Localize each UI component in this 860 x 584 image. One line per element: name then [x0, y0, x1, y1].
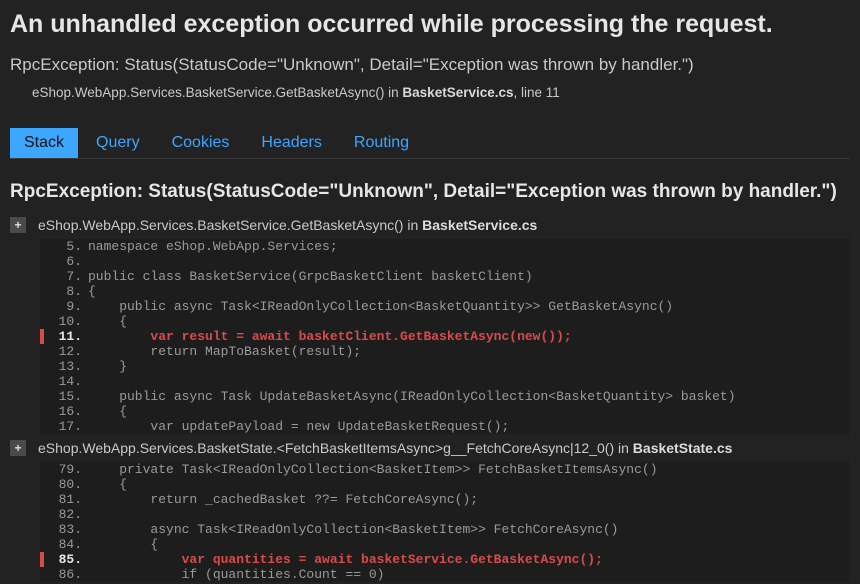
line-number: 16.: [44, 404, 88, 419]
code-text: public async Task UpdateBasketAsync(IRea…: [88, 389, 850, 404]
code-line: 79. private Task<IReadOnlyCollection<Bas…: [40, 462, 850, 477]
code-text: async Task<IReadOnlyCollection<BasketIte…: [88, 522, 850, 537]
frame-file: BasketService.cs: [422, 217, 537, 233]
top-frame-file: BasketService.cs: [402, 85, 513, 100]
frame-header[interactable]: eShop.WebApp.Services.BasketService.GetB…: [32, 217, 537, 233]
code-line-highlight: 85. var quantities = await basketService…: [40, 552, 850, 567]
code-text: }: [88, 359, 850, 374]
exception-summary: RpcException: Status(StatusCode="Unknown…: [10, 55, 850, 75]
line-number: 10.: [44, 314, 88, 329]
tab-stack[interactable]: Stack: [10, 128, 78, 158]
code-line: 5.namespace eShop.WebApp.Services;: [40, 239, 850, 254]
line-number: 12.: [44, 344, 88, 359]
code-line: 81. return _cachedBasket ??= FetchCoreAs…: [40, 492, 850, 507]
stack-frame: + eShop.WebApp.Services.BasketService.Get…: [10, 217, 850, 434]
code-line: 9. public async Task<IReadOnlyCollection…: [40, 299, 850, 314]
code-text: var quantities = await basketService.Get…: [88, 552, 850, 567]
code-line: 16. {: [40, 404, 850, 419]
expand-button[interactable]: +: [10, 440, 26, 456]
line-number: 7.: [44, 269, 88, 284]
code-text: {: [88, 537, 850, 552]
page-title: An unhandled exception occurred while pr…: [10, 10, 850, 39]
code-line: 6.: [40, 254, 850, 269]
code-line: 82.: [40, 507, 850, 522]
expand-button[interactable]: +: [10, 217, 26, 233]
line-number: 82.: [44, 507, 88, 522]
line-number: 13.: [44, 359, 88, 374]
code-text: if (quantities.Count == 0): [88, 567, 850, 582]
line-number: 8.: [44, 284, 88, 299]
code-text: namespace eShop.WebApp.Services;: [88, 239, 850, 254]
code-line: 7.public class BasketService(GrpcBasketC…: [40, 269, 850, 284]
tab-routing[interactable]: Routing: [340, 128, 423, 158]
line-number: 9.: [44, 299, 88, 314]
code-line: 83. async Task<IReadOnlyCollection<Baske…: [40, 522, 850, 537]
code-text: var updatePayload = new UpdateBasketRequ…: [88, 419, 850, 434]
code-text: {: [88, 314, 850, 329]
code-line: 80. {: [40, 477, 850, 492]
line-number: 11.: [44, 329, 88, 344]
line-number: 86.: [44, 567, 88, 582]
tab-bar: StackQueryCookiesHeadersRouting: [10, 128, 850, 159]
exception-detail-heading: RpcException: Status(StatusCode="Unknown…: [10, 181, 850, 203]
code-line: 13. }: [40, 359, 850, 374]
code-text: return MapToBasket(result);: [88, 344, 850, 359]
code-line: 14.: [40, 374, 850, 389]
line-number: 5.: [44, 239, 88, 254]
code-line: 12. return MapToBasket(result);: [40, 344, 850, 359]
code-text: {: [88, 477, 850, 492]
code-text: private Task<IReadOnlyCollection<BasketI…: [88, 462, 850, 477]
code-line: 10. {: [40, 314, 850, 329]
frame-method: eShop.WebApp.Services.BasketState.<Fetch…: [38, 440, 633, 456]
code-line: 8.{: [40, 284, 850, 299]
code-line: 84. {: [40, 537, 850, 552]
line-number: 83.: [44, 522, 88, 537]
tab-query[interactable]: Query: [82, 128, 154, 158]
line-number: 14.: [44, 374, 88, 389]
top-frame-method: eShop.WebApp.Services.BasketService.GetB…: [32, 85, 402, 100]
code-text: return _cachedBasket ??= FetchCoreAsync(…: [88, 492, 850, 507]
stack-frame: + eShop.WebApp.Services.BasketState.<Fetc…: [10, 440, 850, 582]
frame-method: eShop.WebApp.Services.BasketService.GetB…: [38, 217, 422, 233]
code-line: 86. if (quantities.Count == 0): [40, 567, 850, 582]
code-line: 17. var updatePayload = new UpdateBasket…: [40, 419, 850, 434]
code-text: public async Task<IReadOnlyCollection<Ba…: [88, 299, 850, 314]
tab-cookies[interactable]: Cookies: [158, 128, 244, 158]
line-number: 85.: [44, 552, 88, 567]
code-line: 15. public async Task UpdateBasketAsync(…: [40, 389, 850, 404]
top-frame-suffix: , line 11: [514, 85, 560, 100]
line-number: 6.: [44, 254, 88, 269]
line-number: 79.: [44, 462, 88, 477]
line-number: 84.: [44, 537, 88, 552]
line-number: 17.: [44, 419, 88, 434]
code-text: public class BasketService(GrpcBasketCli…: [88, 269, 850, 284]
frame-file: BasketState.cs: [633, 440, 733, 456]
code-text: var result = await basketClient.GetBaske…: [88, 329, 850, 344]
code-block: 5.namespace eShop.WebApp.Services;6.7.pu…: [40, 239, 850, 434]
line-number: 80.: [44, 477, 88, 492]
tab-headers[interactable]: Headers: [247, 128, 335, 158]
frame-header[interactable]: eShop.WebApp.Services.BasketState.<Fetch…: [32, 440, 732, 456]
code-text: {: [88, 284, 850, 299]
line-number: 15.: [44, 389, 88, 404]
line-number: 81.: [44, 492, 88, 507]
top-stack-frame: eShop.WebApp.Services.BasketService.GetB…: [10, 85, 850, 100]
code-text: {: [88, 404, 850, 419]
stack-frames-container: + eShop.WebApp.Services.BasketService.Get…: [10, 217, 850, 582]
code-line-highlight: 11. var result = await basketClient.GetB…: [40, 329, 850, 344]
code-block: 79. private Task<IReadOnlyCollection<Bas…: [40, 462, 850, 582]
